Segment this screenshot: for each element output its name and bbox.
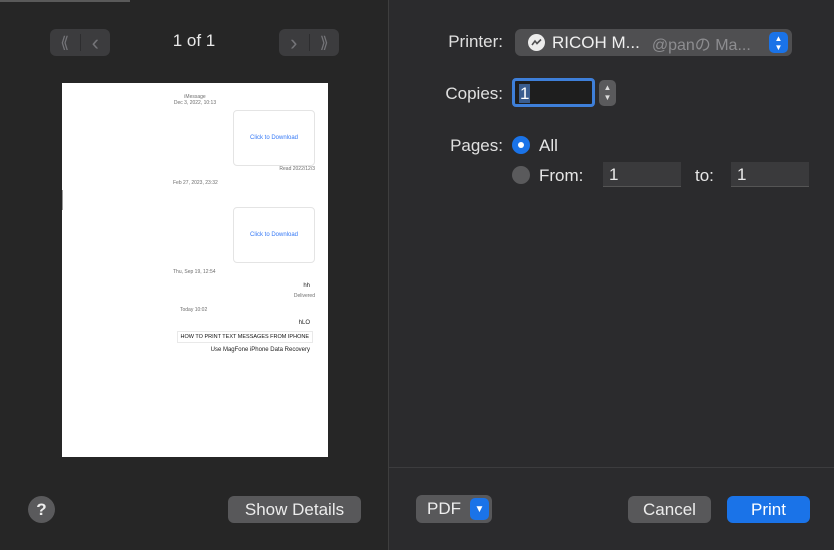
preview-date: Dec 3, 2022, 10:13	[173, 100, 217, 106]
cancel-button[interactable]: Cancel	[628, 496, 711, 523]
preview-forward-buttons: › ⟫	[279, 29, 339, 56]
pages-to-field[interactable]: 1	[731, 162, 809, 187]
first-page-button[interactable]: ⟪	[50, 29, 80, 56]
preview-date: Today 10:02	[180, 307, 208, 313]
copies-stepper[interactable]: ▲ ▼	[599, 80, 616, 106]
copies-value: 1	[519, 84, 531, 103]
window-edge	[0, 0, 130, 2]
preview-date: Feb 27, 2023, 23:32	[173, 180, 218, 186]
page-indicator: 1 of 1	[172, 31, 216, 50]
double-chevron-right-icon: ⟫	[319, 34, 329, 52]
messenger-icon	[528, 34, 545, 51]
printer-name: RICOH M...	[552, 32, 640, 52]
pages-all-label[interactable]: All	[539, 136, 558, 156]
preview-edge-marker	[62, 190, 63, 210]
printer-host: @panの Ma...	[651, 36, 751, 54]
preview-read-receipt: Read 2022/12/3	[279, 166, 315, 172]
copies-label: Copies:	[445, 84, 503, 103]
preview-back-buttons: ⟪ ‹	[50, 29, 110, 56]
last-page-button[interactable]: ⟫	[310, 29, 340, 56]
printer-select[interactable]: RICOH M... @panの Ma... ▲ ▼	[515, 29, 792, 56]
pages-range-radio[interactable]	[512, 166, 530, 184]
pages-label: Pages:	[450, 136, 503, 155]
pdf-label: PDF	[427, 499, 461, 518]
pdf-menu-button[interactable]: PDF ▼	[416, 495, 492, 523]
preview-message: Use MagFone iPhone Data Recovery	[207, 346, 313, 354]
chevron-left-icon: ‹	[91, 29, 99, 55]
preview-message: HOW TO PRINT TEXT MESSAGES FROM IPHONE	[176, 331, 313, 343]
chevron-down-icon[interactable]: ▼	[604, 93, 612, 103]
chevron-down-icon: ▼	[470, 498, 489, 520]
printer-label: Printer:	[448, 32, 503, 51]
preview-delivered: Delivered	[293, 293, 315, 299]
pages-from-field[interactable]: 1	[603, 162, 681, 187]
show-details-button[interactable]: Show Details	[228, 496, 361, 523]
print-button[interactable]: Print	[727, 496, 810, 523]
footer-divider	[389, 467, 834, 468]
chevron-up-icon[interactable]: ▲	[604, 83, 612, 93]
print-preview-page: iMessage Dec 3, 2022, 10:13 Click to Dow…	[62, 83, 328, 457]
previous-page-button[interactable]: ‹	[81, 29, 111, 56]
pages-to-label: to:	[695, 166, 714, 185]
preview-message: hh	[300, 282, 313, 290]
preview-attachment-link: Click to Download	[249, 135, 299, 141]
pages-all-radio[interactable]	[512, 136, 530, 154]
preview-message: hLO	[295, 319, 313, 327]
preview-attachment: Click to Download	[233, 207, 315, 263]
pages-from-label: From:	[539, 166, 584, 185]
help-button[interactable]: ?	[28, 496, 55, 523]
chevron-up-down-icon: ▲ ▼	[769, 32, 788, 53]
messenger-bolt-icon	[531, 38, 542, 46]
preview-attachment-link: Click to Download	[249, 232, 299, 238]
preview-date: Thu, Sep 19, 12:54	[173, 269, 216, 275]
next-page-button[interactable]: ›	[279, 29, 309, 56]
preview-attachment: Click to Download	[233, 110, 315, 166]
chevron-right-icon: ›	[290, 29, 298, 55]
copies-input[interactable]: 1	[512, 78, 595, 107]
double-chevron-left-icon: ⟪	[60, 34, 70, 52]
